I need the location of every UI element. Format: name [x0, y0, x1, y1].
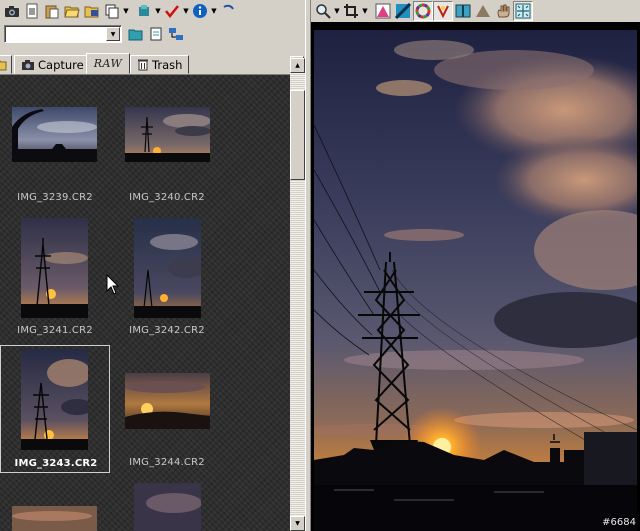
thumbnail-item[interactable]: IMG_3241.CR2 — [0, 215, 110, 343]
browser-pane: ▼ ▼ ▼ ▼ ▼ Capture RAW Trash IMG_3239.CR2… — [0, 0, 305, 531]
preview-image[interactable] — [314, 30, 637, 531]
thumbnail-item[interactable]: IMG_3240.CR2 — [112, 95, 222, 223]
folder-combobox[interactable]: ▼ — [4, 25, 122, 43]
crop-icon[interactable] — [341, 1, 361, 21]
split-view-icon[interactable] — [453, 1, 473, 21]
tab-trash[interactable]: Trash — [130, 55, 190, 74]
watermark-text: #6684 — [602, 517, 636, 528]
thumbnail-image[interactable] — [12, 107, 97, 162]
thumbnail-image[interactable] — [12, 506, 97, 531]
thumbnail-image[interactable] — [134, 483, 201, 531]
copy-dropdown-arrow[interactable]: ▼ — [122, 1, 130, 21]
info-icon[interactable] — [190, 1, 210, 21]
thumbnail-item[interactable]: IMG_3244.CR2 — [112, 345, 222, 473]
info-dropdown-arrow[interactable]: ▼ — [210, 1, 218, 21]
thumbnail-image[interactable] — [21, 349, 88, 450]
thumbnail-filename: IMG_3241.CR2 — [17, 325, 93, 336]
tab-trash-label: Trash — [152, 57, 183, 72]
checkmark-icon[interactable] — [162, 1, 182, 21]
folder-toolbar: ▼ — [0, 23, 305, 45]
tab-raw-label: RAW — [93, 57, 123, 70]
thumbnail-filename: IMG_3244.CR2 — [129, 457, 205, 468]
zoom-icon[interactable] — [313, 1, 333, 21]
tab-raw[interactable]: RAW — [86, 53, 130, 74]
folder-open-icon[interactable] — [126, 24, 146, 44]
rotate-dropdown-arrow[interactable]: ▼ — [154, 1, 162, 21]
scroll-down-button[interactable]: ▼ — [290, 516, 305, 531]
chevron-down-icon[interactable]: ▼ — [106, 27, 120, 41]
check-dropdown-arrow[interactable]: ▼ — [182, 1, 190, 21]
thumbnail-filename: IMG_3243.CR2 — [14, 458, 98, 469]
thumbnail-item-selected[interactable]: IMG_3243.CR2 — [0, 345, 110, 473]
levels-icon[interactable] — [373, 1, 393, 21]
tab-folder[interactable] — [0, 55, 12, 74]
image-preview-panel: #6684 — [311, 22, 640, 531]
new-folder-icon[interactable] — [146, 24, 166, 44]
tab-capture[interactable]: Capture — [14, 55, 91, 74]
trash-icon — [138, 59, 148, 71]
folder-tree-icon[interactable] — [166, 24, 186, 44]
crop-dropdown-arrow[interactable]: ▼ — [361, 1, 369, 21]
thumbnail-image[interactable] — [134, 218, 201, 318]
open-folder-icon[interactable] — [62, 1, 82, 21]
scroll-up-button[interactable]: ▲ — [290, 58, 305, 73]
thumbnail-filename: IMG_3240.CR2 — [129, 192, 205, 203]
color-wheel-icon[interactable] — [413, 1, 433, 21]
delete-document-icon[interactable] — [22, 1, 42, 21]
zoom-dropdown-arrow[interactable]: ▼ — [333, 1, 341, 21]
browser-toolbar: ▼ ▼ ▼ ▼ — [0, 0, 305, 22]
thumbnail-grid[interactable]: IMG_3239.CR2 IMG_3240.CR2 IMG_3241.CR2 I… — [0, 74, 290, 531]
rotate-icon[interactable] — [134, 1, 154, 21]
folder-icon — [0, 60, 7, 70]
save-folder-icon[interactable] — [82, 1, 102, 21]
white-balance-icon[interactable] — [433, 1, 453, 21]
viewer-toolbar: ▼ ▼ — [311, 0, 640, 22]
thumbnail-filename: IMG_3242.CR2 — [129, 325, 205, 336]
thumbnail-image[interactable] — [125, 373, 210, 429]
fit-window-icon[interactable] — [513, 1, 533, 21]
thumbnail-item[interactable]: IMG_3242.CR2 — [112, 215, 222, 343]
tab-bar: Capture RAW Trash ▼ — [0, 53, 305, 74]
thumbnail-image[interactable] — [125, 107, 210, 162]
paste-icon[interactable] — [42, 1, 62, 21]
triangle-icon[interactable] — [473, 1, 493, 21]
thumbnail-image[interactable] — [21, 218, 88, 318]
camera-icon[interactable] — [2, 1, 22, 21]
tab-capture-label: Capture — [38, 57, 84, 72]
sync-icon[interactable] — [218, 1, 238, 21]
copy-icon[interactable] — [102, 1, 122, 21]
hand-icon[interactable] — [493, 1, 513, 21]
thumbnail-scrollbar[interactable]: ▲ ▼ — [290, 58, 305, 531]
thumbnail-item[interactable]: IMG_3239.CR2 — [0, 95, 110, 223]
camera-icon — [22, 59, 34, 70]
thumbnail-filename: IMG_3239.CR2 — [17, 192, 93, 203]
tone-curve-icon[interactable] — [393, 1, 413, 21]
mouse-cursor-icon — [106, 274, 120, 295]
scrollbar-thumb[interactable] — [290, 90, 305, 180]
